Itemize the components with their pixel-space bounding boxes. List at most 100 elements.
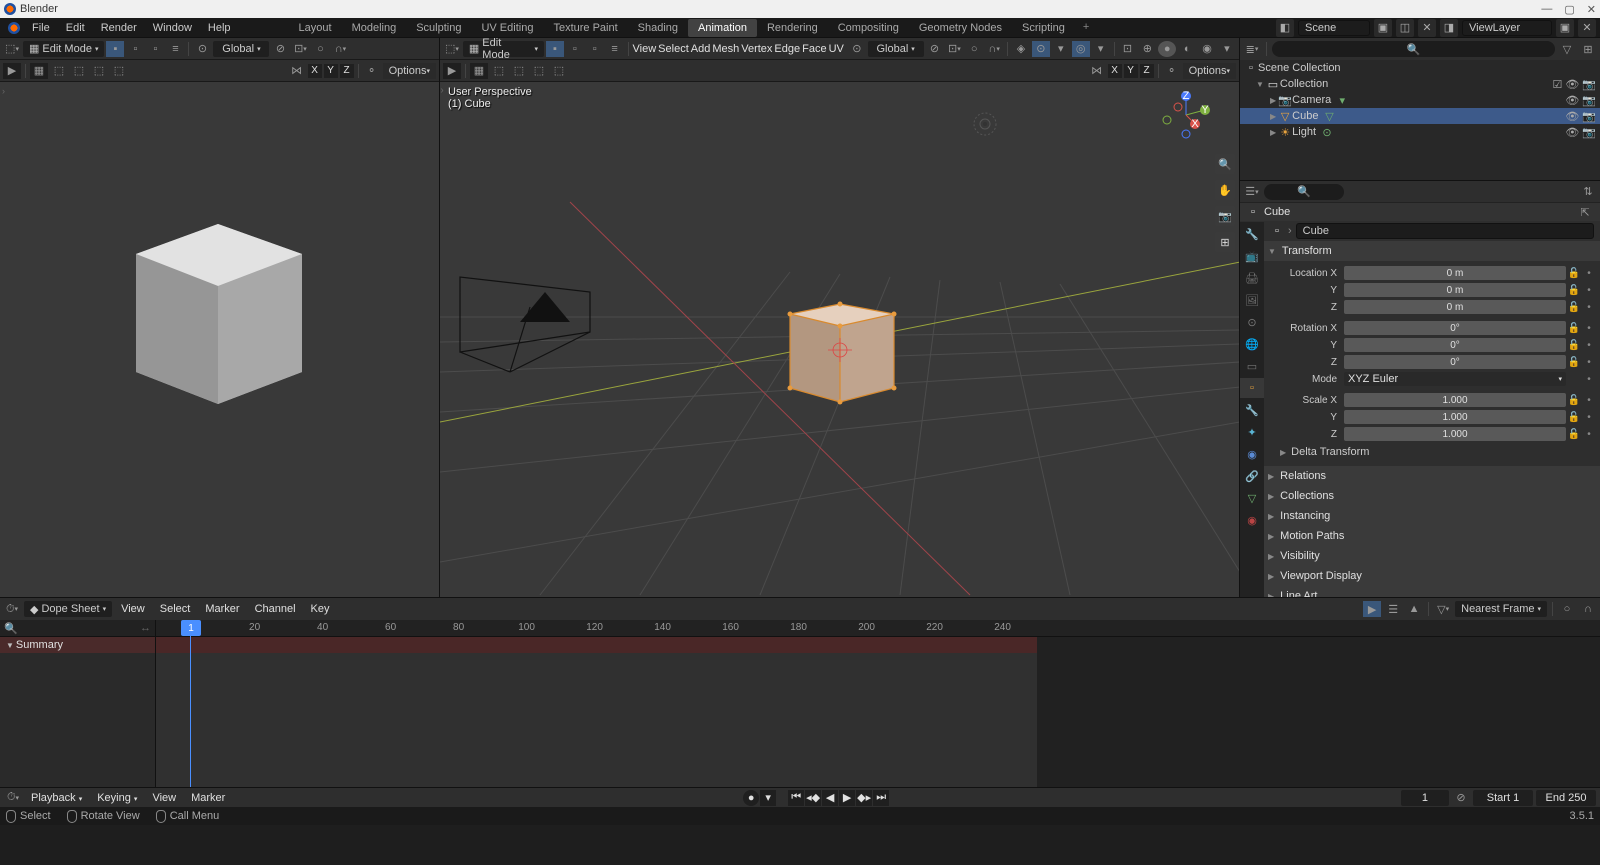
sel-box-icon-c[interactable]: ▦ xyxy=(470,63,488,79)
close-button[interactable]: ✕ xyxy=(1587,3,1596,16)
view-menu-vertex[interactable]: Vertex xyxy=(741,43,772,55)
xray-toggle-icon[interactable]: ⊡ xyxy=(1119,41,1137,57)
view-menu-uv[interactable]: UV xyxy=(829,43,844,55)
snap-type-icon[interactable]: ⊡▾ xyxy=(291,41,309,57)
new-collection-icon[interactable]: ⊞ xyxy=(1579,41,1597,57)
shade-render-icon[interactable]: ◉ xyxy=(1198,41,1216,57)
tab-layout[interactable]: Layout xyxy=(289,19,342,37)
outliner-scene-collection[interactable]: ▫ Scene Collection xyxy=(1240,60,1600,76)
transform-header[interactable]: ▼Transform xyxy=(1264,241,1600,261)
viewlayer-new-icon[interactable]: ▣ xyxy=(1556,19,1574,37)
dope-channel[interactable]: Channel xyxy=(249,601,302,617)
disclosure-icon[interactable]: ▶ xyxy=(1270,96,1276,105)
eye-icon[interactable]: 👁 xyxy=(1565,126,1579,139)
timeline-canvas[interactable]: 120406080100120140160180200220240 1 xyxy=(156,620,1600,787)
snap-magnet-icon[interactable]: ⊘ xyxy=(271,41,289,57)
pin-icon[interactable]: ⇱ xyxy=(1576,204,1594,220)
sect-viewportdisplay[interactable]: ▶Viewport Display xyxy=(1264,566,1600,586)
sel-3-icon-c[interactable]: ⬚ xyxy=(530,63,548,79)
playback-menu[interactable]: Playback ▾ xyxy=(25,790,88,806)
dot-icon[interactable]: • xyxy=(1582,338,1596,352)
editor-type-icon[interactable]: ⬚▾ xyxy=(3,41,21,57)
jump-end-icon[interactable]: ⏭ xyxy=(873,790,889,806)
tab-material-icon[interactable]: ◉ xyxy=(1240,510,1264,530)
dope-editor-type-icon[interactable]: ⏱▾ xyxy=(3,601,21,617)
tab-particle-icon[interactable]: ✦ xyxy=(1240,422,1264,442)
sect-lineart[interactable]: ▶Line Art xyxy=(1264,586,1600,597)
tab-geometrynodes[interactable]: Geometry Nodes xyxy=(909,19,1012,37)
tab-sculpting[interactable]: Sculpting xyxy=(406,19,471,37)
render-icon[interactable]: 📷 xyxy=(1582,110,1596,123)
lock-icon[interactable]: 🔓 xyxy=(1567,283,1581,297)
orientation-center[interactable]: Global ▾ xyxy=(868,41,924,57)
delta-transform[interactable]: ▶Delta Transform xyxy=(1268,443,1596,461)
shade-solid-icon[interactable]: ● xyxy=(1158,41,1176,57)
render-icon[interactable]: 📷 xyxy=(1582,94,1596,107)
minimize-button[interactable]: — xyxy=(1541,3,1552,16)
menu-render[interactable]: Render xyxy=(93,20,145,36)
tab-rendering[interactable]: Rendering xyxy=(757,19,828,37)
dope-prop-type-icon[interactable]: ∩ xyxy=(1579,601,1597,617)
sect-relations[interactable]: ▶Relations xyxy=(1264,466,1600,486)
summary-channel[interactable]: ▼Summary xyxy=(0,637,155,653)
rot-y[interactable]: 0° xyxy=(1344,338,1566,352)
rotation-mode[interactable]: XYZ Euler▾ xyxy=(1344,372,1566,386)
collapse-icon[interactable]: ↔ xyxy=(140,622,151,634)
vis-overlay-icon[interactable]: ⊙ xyxy=(1032,41,1050,57)
automerge-icon[interactable]: ⚬ xyxy=(363,63,381,79)
cursor-tool-icon[interactable]: ▶ xyxy=(3,63,21,79)
lock-icon[interactable]: 🔓 xyxy=(1567,321,1581,335)
playhead-handle[interactable]: 1 xyxy=(181,620,201,636)
dot-icon[interactable]: • xyxy=(1582,266,1596,280)
menu-icon-c[interactable]: ≡ xyxy=(606,41,624,57)
axis-x-c[interactable]: X xyxy=(1108,64,1122,78)
zoom-icon[interactable]: 🔍 xyxy=(1215,154,1235,174)
tab-shading[interactable]: Shading xyxy=(628,19,688,37)
end-frame-field[interactable]: End 250 xyxy=(1536,790,1596,806)
sel-a-icon[interactable]: ⬚ xyxy=(50,63,68,79)
props-type-icon[interactable]: ☰▾ xyxy=(1243,184,1261,200)
tab-animation[interactable]: Animation xyxy=(688,19,757,37)
scene-field[interactable]: Scene xyxy=(1298,20,1370,36)
face-select-icon[interactable]: ▫ xyxy=(146,41,164,57)
eye-icon[interactable]: 👁 xyxy=(1565,78,1579,91)
keying-menu[interactable]: Keying ▾ xyxy=(91,790,143,806)
lock-icon[interactable]: 🔓 xyxy=(1567,355,1581,369)
props-search[interactable]: 🔍 xyxy=(1264,184,1344,200)
play-icon[interactable]: ▶ xyxy=(839,790,855,806)
props-options-icon[interactable]: ⇅ xyxy=(1579,184,1597,200)
outliner-light[interactable]: ▶ ☀ Light ⊙ 👁📷 xyxy=(1240,124,1600,140)
lock-icon[interactable]: 🔓 xyxy=(1567,300,1581,314)
dot-icon[interactable]: • xyxy=(1582,393,1596,407)
key-prev-icon[interactable]: ◂◆ xyxy=(805,790,821,806)
loc-x[interactable]: 0 m xyxy=(1344,266,1566,280)
scene-new-button[interactable]: ▣ xyxy=(1374,19,1392,37)
pan-icon[interactable]: ✋ xyxy=(1215,180,1235,200)
view-menu-edge[interactable]: Edge xyxy=(774,43,800,55)
shade-wire-icon[interactable]: ⊕ xyxy=(1138,41,1156,57)
tab-render-icon[interactable]: 📺 xyxy=(1240,246,1264,266)
scale-y[interactable]: 1.000 xyxy=(1344,410,1566,424)
view-menu-face[interactable]: Face xyxy=(802,43,826,55)
tab-data-icon[interactable]: ▽ xyxy=(1240,488,1264,508)
sel-4-icon-c[interactable]: ⬚ xyxy=(550,63,568,79)
tab-collection-icon[interactable]: ▭ xyxy=(1240,356,1264,376)
channel-search[interactable]: 🔍↔ xyxy=(0,620,155,637)
face-select-icon-c[interactable]: ▫ xyxy=(586,41,604,57)
proportional-type-icon[interactable]: ∩▾ xyxy=(331,41,349,57)
shade-matprev-icon[interactable]: ◐ xyxy=(1178,41,1196,57)
dope-select[interactable]: Select xyxy=(154,601,197,617)
outliner-search[interactable]: 🔍 xyxy=(1272,41,1555,57)
lock-icon[interactable]: 🔓 xyxy=(1567,410,1581,424)
lock-icon[interactable]: 🔓 xyxy=(1567,393,1581,407)
dot-icon[interactable]: • xyxy=(1582,372,1596,386)
tl-view-menu[interactable]: View xyxy=(146,790,182,806)
dope-filter-icon[interactable]: ▽▾ xyxy=(1434,601,1452,617)
disclosure-icon[interactable]: ▶ xyxy=(1270,112,1276,121)
rot-x[interactable]: 0° xyxy=(1344,321,1566,335)
dope-marker[interactable]: Marker xyxy=(199,601,245,617)
view-menu-select[interactable]: Select xyxy=(658,43,689,55)
snap-icon-c[interactable]: ⊘ xyxy=(926,41,944,57)
dope-key[interactable]: Key xyxy=(305,601,336,617)
orientation-left[interactable]: Global ▾ xyxy=(213,41,269,57)
